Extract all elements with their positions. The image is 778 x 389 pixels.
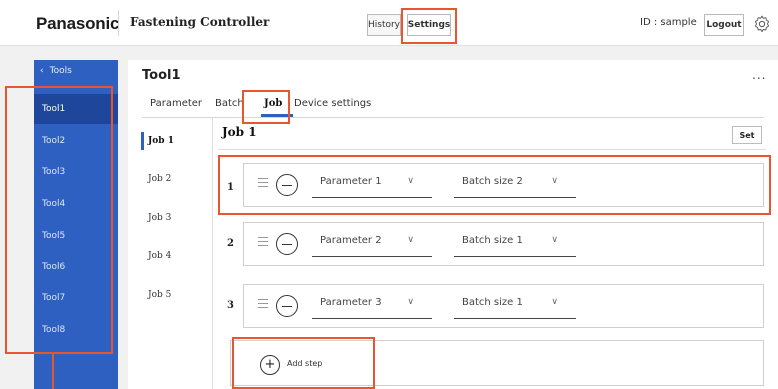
sidebar-item-tool5[interactable]: Tool5 — [34, 221, 118, 251]
sidebar-back-label: Tools — [49, 66, 72, 76]
remove-step-icon[interactable] — [276, 295, 298, 317]
tab-device-settings[interactable]: Device settings — [294, 98, 371, 109]
chevron-down-icon: ∨ — [407, 176, 414, 186]
drag-handle-icon[interactable] — [258, 237, 268, 249]
step-card-1: Parameter 1 ∨ Batch size 2 ∨ — [243, 163, 764, 207]
parameter-select[interactable]: Parameter 3 ∨ — [312, 297, 432, 319]
history-button[interactable]: History — [367, 14, 401, 36]
drag-handle-icon[interactable] — [258, 178, 268, 190]
chevron-down-icon: ∨ — [407, 235, 414, 245]
batch-select[interactable]: Batch size 1 ∨ — [454, 235, 576, 257]
batch-select[interactable]: Batch size 2 ∨ — [454, 176, 576, 198]
chevron-down-icon: ∨ — [551, 176, 558, 186]
parameter-select-value: Parameter 1 — [320, 176, 382, 187]
step-number: 1 — [227, 182, 234, 193]
job-list-item-3[interactable]: Job 3 — [148, 213, 171, 223]
step-number: 2 — [227, 238, 234, 249]
chevron-down-icon: ∨ — [551, 297, 558, 307]
batch-select[interactable]: Batch size 1 ∨ — [454, 297, 576, 319]
sidebar-item-tool8[interactable]: Tool8 — [34, 315, 118, 345]
sidebar-item-tool1[interactable]: Tool1 — [34, 94, 118, 124]
parameter-select[interactable]: Parameter 2 ∨ — [312, 235, 432, 257]
parameter-select-value: Parameter 3 — [320, 297, 382, 308]
sidebar-item-tool3[interactable]: Tool3 — [34, 157, 118, 187]
sidebar-item-tool6[interactable]: Tool6 — [34, 252, 118, 282]
user-id: ID : sample — [640, 17, 697, 28]
set-button[interactable]: Set — [732, 126, 762, 144]
selected-job-indicator — [141, 132, 144, 150]
sidebar-item-tool7[interactable]: Tool7 — [34, 283, 118, 313]
step-card-3: Parameter 3 ∨ Batch size 1 ∨ — [243, 284, 764, 328]
sidebar-item-tool4[interactable]: Tool4 — [34, 189, 118, 219]
job-list-divider — [212, 118, 213, 389]
settings-button[interactable]: Settings — [407, 14, 451, 36]
batch-select-value: Batch size 1 — [462, 235, 523, 246]
add-step-card: + Add step — [230, 340, 764, 386]
parameter-select-value: Parameter 2 — [320, 235, 382, 246]
page-title: Tool1 — [142, 68, 181, 83]
add-step-button[interactable]: Add step — [287, 359, 322, 368]
chevron-down-icon: ∨ — [551, 235, 558, 245]
step-number: 3 — [227, 300, 234, 311]
chevron-down-icon: ∨ — [407, 297, 414, 307]
tabs-divider — [142, 117, 764, 118]
plus-icon[interactable]: + — [260, 355, 280, 375]
heading-divider — [218, 149, 766, 150]
more-options-icon[interactable]: ... — [752, 68, 766, 82]
gear-icon[interactable] — [752, 14, 772, 34]
chevron-left-icon: ‹ — [40, 66, 44, 76]
job-list-item-2[interactable]: Job 2 — [148, 174, 171, 184]
remove-step-icon[interactable] — [276, 233, 298, 255]
header-divider — [118, 10, 119, 36]
tab-parameter[interactable]: Parameter — [150, 98, 202, 109]
remove-step-icon[interactable] — [276, 174, 298, 196]
step-card-2: Parameter 2 ∨ Batch size 1 ∨ — [243, 222, 764, 266]
job-heading: Job 1 — [222, 125, 257, 139]
brand-logo: Panasonic — [36, 14, 120, 33]
parameter-select[interactable]: Parameter 1 ∨ — [312, 176, 432, 198]
sidebar-back-link[interactable]: ‹ Tools — [40, 66, 72, 76]
batch-select-value: Batch size 2 — [462, 176, 523, 187]
sidebar-item-tool2[interactable]: Tool2 — [34, 126, 118, 156]
drag-handle-icon[interactable] — [258, 299, 268, 311]
app-header: Panasonic Fastening Controller History S… — [0, 0, 778, 46]
job-list-item-4[interactable]: Job 4 — [148, 251, 171, 261]
job-list-item-1[interactable]: Job 1 — [148, 136, 174, 146]
tab-batch[interactable]: Batch — [215, 98, 244, 109]
logout-button[interactable]: Logout — [704, 14, 744, 36]
job-list-item-5[interactable]: Job 5 — [148, 290, 171, 300]
batch-select-value: Batch size 1 — [462, 297, 523, 308]
app-title: Fastening Controller — [130, 15, 270, 29]
tab-job[interactable]: Job — [264, 98, 282, 109]
